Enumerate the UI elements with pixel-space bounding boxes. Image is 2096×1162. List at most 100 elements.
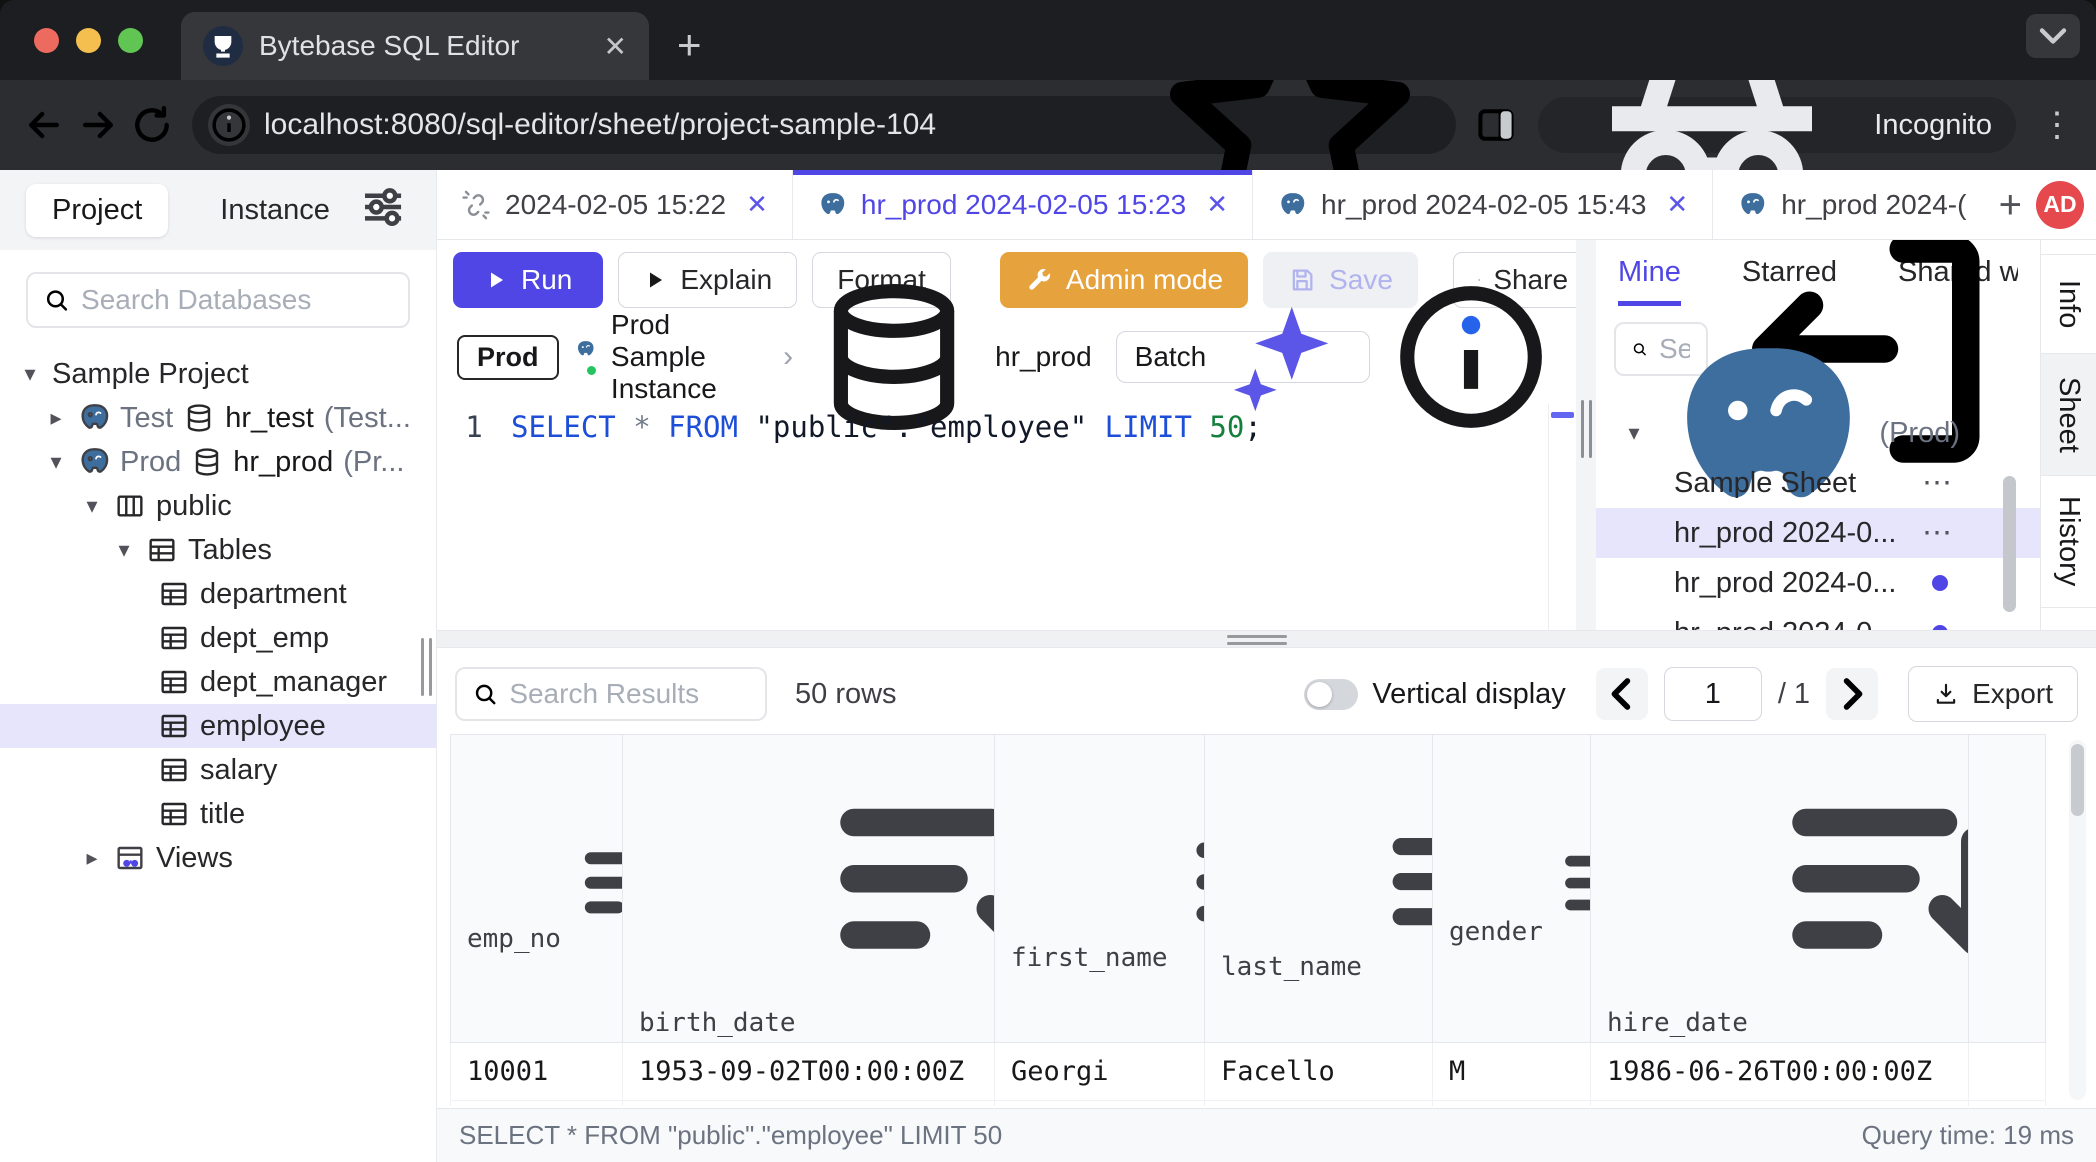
results-search-input[interactable] xyxy=(509,678,749,710)
tree-item-dept-manager[interactable]: dept_manager xyxy=(0,660,436,704)
panel-resize-handle[interactable] xyxy=(1576,240,1596,630)
site-info-icon[interactable] xyxy=(208,104,250,146)
sort-icon[interactable] xyxy=(569,820,623,958)
caret-down-icon[interactable]: ▾ xyxy=(18,361,42,387)
sheet-item-sample-sheet[interactable]: Sample Sheet ⋯ xyxy=(1596,458,2040,508)
column-header-gender[interactable]: gender xyxy=(1433,735,1591,1043)
window-zoom-button[interactable] xyxy=(118,28,143,53)
tree-item-project[interactable]: ▾ Sample Project xyxy=(0,352,436,396)
tables-group-label: Tables xyxy=(188,534,272,567)
tree-item-salary[interactable]: salary xyxy=(0,748,436,792)
sheet-item-selected[interactable]: hr_prod 2024-0... ⋯ xyxy=(1596,508,2040,558)
tree-item-public-schema[interactable]: ▾ public xyxy=(0,484,436,528)
sheet-item-clipped-bottom[interactable]: hr_prod 2024-0 xyxy=(1596,608,2040,630)
caret-down-icon[interactable]: ▾ xyxy=(80,493,104,519)
admin-mode-button[interactable]: Admin mode xyxy=(1000,252,1248,308)
batch-mode-button[interactable]: Batch xyxy=(1116,331,1370,383)
tab-sheet[interactable]: Sheet xyxy=(2041,354,2096,476)
column-header-hire-date[interactable]: hire_date xyxy=(1591,735,1969,1043)
status-bar: SELECT * FROM "public"."employee" LIMIT … xyxy=(437,1108,2096,1162)
next-page-button[interactable] xyxy=(1826,668,1878,720)
results-resize-divider[interactable] xyxy=(437,630,2096,648)
caret-down-icon[interactable]: ▾ xyxy=(44,449,68,475)
address-bar[interactable]: localhost:8080/sql-editor/sheet/project-… xyxy=(192,96,1456,154)
tree-item-dept-emp[interactable]: dept_emp xyxy=(0,616,436,660)
table-icon xyxy=(158,710,190,742)
editor-minimap[interactable] xyxy=(1548,404,1576,630)
window-close-button[interactable] xyxy=(34,28,59,53)
sort-icon[interactable] xyxy=(1370,792,1433,986)
sheet-item-menu-icon[interactable]: ⋯ xyxy=(1922,516,1954,551)
run-button[interactable]: Run xyxy=(453,252,603,308)
tree-item-tables[interactable]: ▾ Tables xyxy=(0,528,436,572)
sql-code-editor[interactable]: 1 SELECT * FROM "public"."employee" LIMI… xyxy=(437,394,1576,630)
browser-menu-icon[interactable]: ⋮ xyxy=(2040,105,2074,145)
close-tab-icon[interactable]: ✕ xyxy=(1206,189,1228,220)
tree-item-hr-prod[interactable]: ▾ Prod hr_prod (Pr... xyxy=(0,440,436,484)
tree-item-views[interactable]: ▸ Views xyxy=(0,836,436,880)
new-tab-button[interactable]: + xyxy=(677,24,702,66)
tree-item-hr-test[interactable]: ▸ Test hr_test (Test... xyxy=(0,396,436,440)
database-name[interactable]: hr_prod xyxy=(995,341,1092,373)
results-scrollbar-track[interactable] xyxy=(2069,740,2086,1100)
url-text[interactable]: localhost:8080/sql-editor/sheet/project-… xyxy=(264,108,1126,142)
caret-right-icon[interactable]: ▸ xyxy=(44,405,68,431)
sheet-item-unsaved[interactable]: hr_prod 2024-0... xyxy=(1596,558,2040,608)
bytebase-favicon-icon xyxy=(203,26,243,66)
sort-icon[interactable] xyxy=(804,735,995,1042)
table-name: dept_emp xyxy=(200,622,329,655)
column-header-birth-date[interactable]: birth_date xyxy=(623,735,995,1043)
user-avatar[interactable]: AD xyxy=(2036,181,2084,229)
sheet-list-scrollbar[interactable] xyxy=(2003,476,2016,612)
tab-instance[interactable]: Instance xyxy=(194,184,356,237)
tab-project[interactable]: Project xyxy=(26,184,168,237)
prev-page-button[interactable] xyxy=(1596,668,1648,720)
results-scrollbar-thumb[interactable] xyxy=(2071,744,2084,816)
side-panel-icon[interactable] xyxy=(1474,103,1518,147)
database-search-input[interactable] xyxy=(81,284,392,316)
sheet-tab-4[interactable]: hr_prod 2024-( xyxy=(1713,170,1984,239)
sort-icon[interactable] xyxy=(1756,735,1969,1042)
sql-code-line[interactable]: SELECT * FROM "public"."employee" LIMIT … xyxy=(511,394,1262,630)
column-header-last-name[interactable]: last_name xyxy=(1205,735,1433,1043)
instance-name[interactable]: Prod Sample Instance xyxy=(611,309,767,405)
tab-mine[interactable]: Mine xyxy=(1618,256,1681,306)
close-tab-icon[interactable]: ✕ xyxy=(746,189,768,220)
database-search[interactable] xyxy=(26,272,410,328)
page-number-input[interactable] xyxy=(1664,667,1762,721)
export-button[interactable]: Export xyxy=(1908,666,2078,722)
column-header-emp-no[interactable]: emp_no xyxy=(451,735,623,1043)
forward-icon[interactable] xyxy=(76,103,120,147)
sheet-group-hr-prod[interactable]: ▾ (Prod) hr_prod xyxy=(1596,408,2040,458)
sheet-tab-1[interactable]: 2024-02-05 15:22 ✕ xyxy=(437,170,793,239)
tree-item-title[interactable]: title xyxy=(0,792,436,836)
browser-tab[interactable]: Bytebase SQL Editor ✕ xyxy=(181,12,649,80)
back-icon[interactable] xyxy=(22,103,66,147)
tab-history[interactable]: History xyxy=(2041,476,2096,608)
sheet-tab-2-active[interactable]: hr_prod 2024-02-05 15:23 ✕ xyxy=(793,170,1253,239)
tree-item-employee[interactable]: employee xyxy=(0,704,436,748)
sidebar-resize-handle[interactable] xyxy=(421,638,432,696)
sheet-item-menu-icon[interactable]: ⋯ xyxy=(1922,466,1954,501)
sheet-list-panel: Mine Starred Shared w hr_prod 2024-0 ▾ xyxy=(1596,240,2040,630)
window-minimize-button[interactable] xyxy=(76,28,101,53)
tree-item-department[interactable]: department xyxy=(0,572,436,616)
sort-icon[interactable] xyxy=(1551,827,1591,951)
tab-info[interactable]: Info xyxy=(2041,254,2096,354)
reload-icon[interactable] xyxy=(130,103,174,147)
column-header-first-name[interactable]: first_name xyxy=(995,735,1205,1043)
explain-button[interactable]: Explain xyxy=(618,252,797,308)
filter-settings-icon[interactable] xyxy=(356,180,410,239)
sort-icon[interactable] xyxy=(1176,801,1205,977)
caret-down-icon[interactable]: ▾ xyxy=(112,537,136,563)
browser-tab-close-icon[interactable]: ✕ xyxy=(604,30,627,63)
sheet-tab-3[interactable]: hr_prod 2024-02-05 15:43 ✕ xyxy=(1253,170,1713,239)
tab-search-chevron-button[interactable] xyxy=(2026,14,2080,58)
caret-right-icon[interactable]: ▸ xyxy=(80,845,104,871)
close-tab-icon[interactable]: ✕ xyxy=(1666,189,1688,220)
results-search[interactable] xyxy=(455,667,767,721)
new-sheet-tab-button[interactable]: + xyxy=(1985,185,2036,225)
query-results-panel: 50 rows Vertical display / 1 Export xyxy=(437,648,2096,1108)
caret-down-icon[interactable]: ▾ xyxy=(1622,420,1646,446)
vertical-display-toggle[interactable] xyxy=(1304,679,1358,710)
